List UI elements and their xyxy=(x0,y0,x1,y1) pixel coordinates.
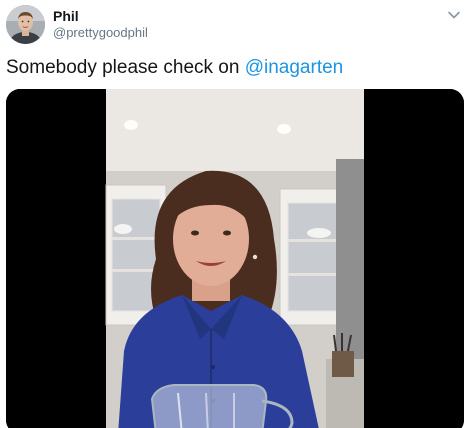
tweet-text: Somebody please check on @inagarten xyxy=(6,55,343,81)
tweet: Phil @prettygoodphil Somebody please che… xyxy=(0,0,474,428)
tweet-text-body: Somebody please check on xyxy=(6,57,245,78)
author-display-name[interactable]: Phil xyxy=(53,8,79,24)
video-frame xyxy=(6,89,464,428)
kitchen-scene xyxy=(105,89,364,428)
avatar[interactable] xyxy=(6,5,45,44)
chevron-down-icon xyxy=(448,11,460,19)
mention-link[interactable]: @inagarten xyxy=(245,57,344,78)
video-player[interactable] xyxy=(6,89,464,428)
tweet-header: Phil @prettygoodphil xyxy=(6,5,468,45)
more-menu-button[interactable] xyxy=(446,7,462,23)
author-handle[interactable]: @prettygoodphil xyxy=(53,25,148,41)
